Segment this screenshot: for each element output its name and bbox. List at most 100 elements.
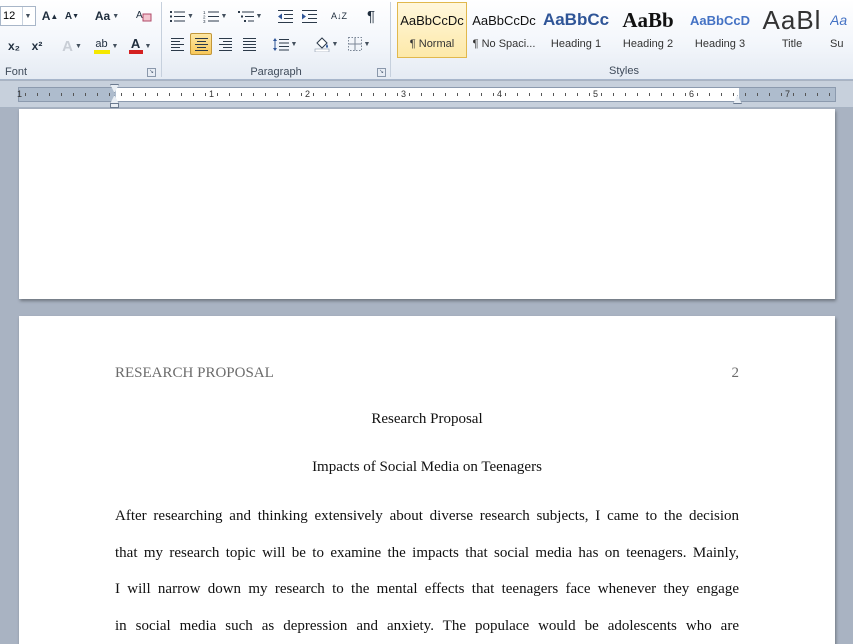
borders-button[interactable]: ▼ (344, 33, 374, 55)
ruler-tick (421, 93, 422, 96)
paint-bucket-icon (314, 36, 329, 52)
ruler-tick (685, 93, 686, 96)
ruler-tick (37, 93, 38, 96)
ruler-tick (85, 93, 86, 96)
multilevel-list-button[interactable]: ▼ (234, 5, 266, 27)
style-heading-2[interactable]: AaBb Heading 2 (613, 2, 683, 58)
left-indent-marker[interactable] (110, 103, 119, 108)
ribbon: 12 ▼ A ▲ A ▼ Aa ▼ A x₂ x² A ▼ ab ▼ A ▼ F… (0, 0, 853, 80)
body-line: in social media such as depression and a… (115, 618, 739, 634)
chevron-down-icon[interactable]: ▼ (22, 7, 33, 25)
grow-font-icon: A (41, 9, 51, 23)
ruler-tick (217, 93, 218, 96)
grow-font-button[interactable]: A ▲ (40, 5, 60, 27)
ruler-number: 1 (209, 89, 215, 99)
shading-button[interactable]: ▼ (310, 33, 342, 55)
shrink-font-button[interactable]: A ▼ (62, 5, 82, 27)
body-line: that my research topic will be to examin… (115, 545, 739, 561)
ruler-tick (25, 93, 26, 96)
ruler-tick (457, 93, 458, 96)
sort-button[interactable]: A↓Z (328, 5, 350, 27)
style-heading-1[interactable]: AaBbCc Heading 1 (541, 2, 611, 58)
superscript-button[interactable]: x² (27, 35, 47, 57)
ruler-tick (157, 93, 158, 96)
font-size-box[interactable]: 12 ▼ (0, 6, 36, 26)
ruler-tick (409, 93, 410, 96)
ruler-tick (601, 93, 602, 96)
ruler-tick (553, 93, 554, 96)
font-group-label: Font (5, 66, 28, 78)
ruler-tick (805, 93, 806, 96)
increase-indent-button[interactable] (298, 5, 320, 27)
ruler-tick (517, 93, 518, 96)
ruler-number: 6 (689, 89, 695, 99)
ruler-tick (373, 93, 374, 96)
style-name: Heading 3 (694, 38, 746, 50)
ruler-tick (709, 93, 710, 96)
subscript-icon: x₂ (7, 39, 20, 53)
ruler-tick (397, 93, 398, 96)
ruler-area: 1 1 2 3 4 5 6 7 (0, 81, 853, 108)
document-page-2[interactable]: RESEARCH PROPOSAL 2 Research Proposal Im… (19, 316, 835, 644)
running-head: RESEARCH PROPOSAL (115, 365, 274, 381)
highlight-button[interactable]: ab ▼ (90, 35, 122, 57)
style-sample: AaBbCcD (690, 12, 750, 28)
align-right-button[interactable] (214, 33, 236, 55)
ruler-tick (325, 93, 326, 96)
ruler-tick (469, 93, 470, 96)
align-left-button[interactable] (166, 33, 188, 55)
align-center-icon (194, 37, 208, 51)
font-dialog-launcher[interactable]: ↘ (147, 68, 156, 77)
line-spacing-button[interactable]: ▼ (270, 33, 300, 55)
paragraph-dialog-launcher[interactable]: ↘ (377, 68, 386, 77)
styles-gallery: AaBbCcDc ¶ Normal AaBbCcDc ¶ No Spaci...… (395, 2, 853, 60)
style-name: Su (830, 38, 844, 50)
change-case-button[interactable]: Aa ▼ (92, 5, 122, 27)
font-color-button[interactable]: A ▼ (124, 35, 156, 57)
ruler-tick (385, 93, 386, 96)
ruler-tick (277, 93, 278, 96)
ruler-number: 4 (497, 89, 503, 99)
font-color-icon: A (128, 37, 143, 54)
style-heading-3[interactable]: AaBbCcD Heading 3 (685, 2, 755, 58)
subscript-button[interactable]: x₂ (4, 35, 24, 57)
ruler-tick (265, 93, 266, 96)
ruler-tick (481, 93, 482, 96)
decrease-indent-icon (277, 9, 293, 23)
horizontal-ruler[interactable]: 1 1 2 3 4 5 6 7 (17, 87, 836, 102)
ruler-tick (445, 93, 446, 96)
justify-button[interactable] (238, 33, 260, 55)
numbering-button[interactable]: 1 2 3 ▼ (200, 5, 230, 27)
ruler-tick (169, 93, 170, 96)
ruler-tick (109, 93, 110, 96)
style-no-spacing[interactable]: AaBbCcDc ¶ No Spaci... (469, 2, 539, 58)
style-title[interactable]: AaBl Title (757, 2, 827, 58)
ruler-tick (97, 93, 98, 96)
decrease-indent-button[interactable] (274, 5, 296, 27)
body-line: After researching and thinking extensive… (115, 508, 739, 524)
ruler-tick (673, 93, 674, 96)
show-hide-marks-button[interactable]: ¶ (360, 5, 382, 27)
ruler-tick (817, 93, 818, 96)
ruler-tick (349, 93, 350, 96)
style-subtitle[interactable]: Aa Su (829, 2, 853, 58)
ruler-number: 1 (17, 89, 23, 99)
ruler-tick (433, 93, 434, 96)
style-sample: AaBbCcDc (400, 12, 464, 28)
ruler-tick (121, 93, 122, 96)
bullets-button[interactable]: ▼ (168, 5, 196, 27)
ruler-tick (505, 93, 506, 96)
ruler-number: 2 (305, 89, 311, 99)
align-right-icon (218, 37, 232, 51)
ruler-tick (793, 93, 794, 96)
align-center-button[interactable] (190, 33, 212, 55)
style-name: Title (781, 38, 803, 50)
clear-formatting-button[interactable]: A (132, 5, 156, 27)
style-sample: Aa (830, 12, 848, 28)
text-effects-button[interactable]: A ▼ (58, 35, 86, 57)
document-page-1[interactable] (19, 109, 835, 299)
style-normal[interactable]: AaBbCcDc ¶ Normal (397, 2, 467, 58)
ruler-tick (613, 93, 614, 96)
justify-icon (242, 37, 256, 51)
ruler-tick (757, 93, 758, 96)
